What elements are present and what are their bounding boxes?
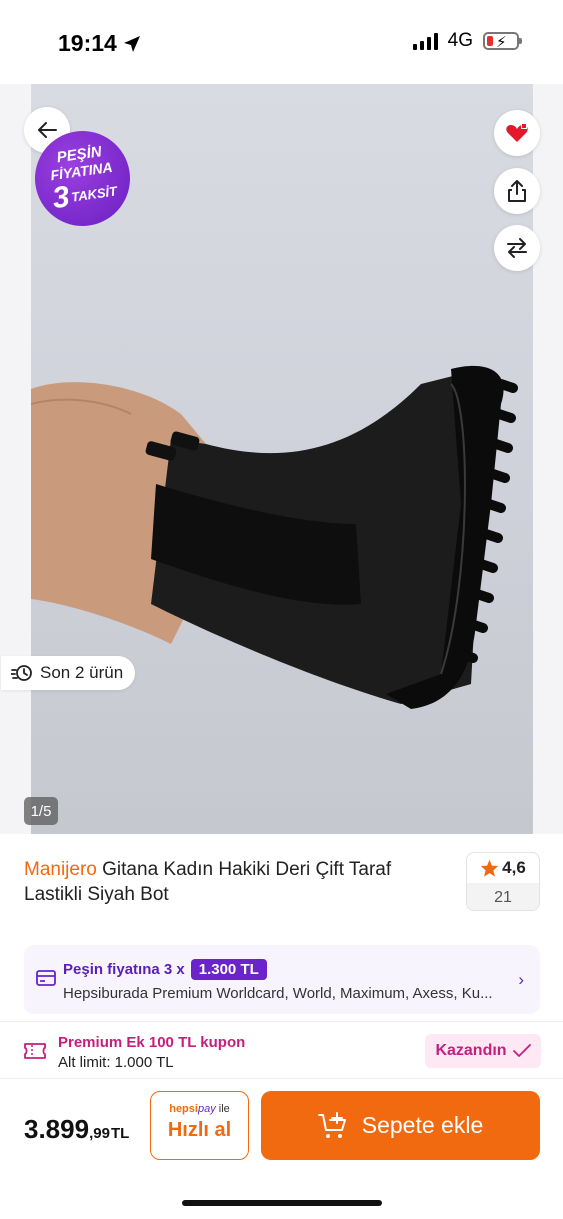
installment-cards: Hepsiburada Premium Worldcard, World, Ma… [63,985,493,1002]
stock-badge: Son 2 ürün [1,656,136,690]
product-price: 3.899 ,99 TL [24,1114,129,1145]
compare-arrows-icon [507,238,527,258]
network-type: 4G [447,30,473,51]
quick-buy-button[interactable]: hepsipay ile Hızlı al [150,1091,249,1160]
share-button[interactable] [494,168,540,214]
badge-number: 3 [50,180,72,216]
installment-label: Peşin fiyatına 3 x [63,961,185,978]
cellular-signal-icon [412,32,438,50]
installment-banner[interactable]: Peşin fiyatına 3 x 1.300 TL Hepsiburada … [24,945,540,1014]
coupon-won-button[interactable]: Kazandın [425,1034,541,1068]
price-currency: TL [110,1125,130,1142]
stock-label: Son 2 ürün [40,663,124,682]
share-icon [508,180,526,202]
brand-link[interactable]: Manijero [24,859,97,880]
product-gallery[interactable]: PEŞİN FİYATINA 3 TAKSİT Son 2 ürün 1/5 [0,84,563,834]
heart-icon [506,123,528,142]
battery-icon: ⚡ [483,32,522,51]
add-to-cart-label: Sepete ekle [361,1112,484,1138]
review-count: 21 [467,883,539,910]
credit-card-icon [36,970,56,986]
coupon-row[interactable]: Premium Ek 100 TL kupon Alt limit: 1.000… [0,1021,563,1079]
cart-plus-icon [317,1111,346,1138]
rating-box[interactable]: 4,6 21 [466,852,540,911]
price-main: 3.899 [24,1114,90,1144]
compare-button[interactable] [494,225,540,271]
clock: 19:14 [58,30,117,56]
quick-buy-label: Hızlı al [167,1119,232,1141]
rating-value: 4,6 [502,858,526,877]
status-bar: 19:14 4G ⚡ [0,0,563,84]
favorite-button[interactable] [494,110,540,156]
checkmark-icon [512,1044,531,1057]
coupon-limit: Alt limit: 1.000 TL [58,1054,174,1071]
hepsipay-logo: hepsipay ile [169,1103,230,1115]
arrow-left-icon [38,122,57,138]
home-indicator[interactable] [182,1200,382,1206]
installment-amount: 1.300 TL [190,959,267,980]
ticket-icon [24,1043,46,1059]
product-title: Manijero Gitana Kadın Hakiki Deri Çift T… [24,857,454,907]
star-icon [481,859,499,877]
location-arrow-icon [123,35,140,52]
coupon-title: Premium Ek 100 TL kupon [58,1034,246,1051]
price-decimal: ,99 [89,1125,110,1142]
chevron-right-icon: › [518,970,524,989]
coupon-won-label: Kazandın [435,1042,507,1059]
badge-line3: TAKSİT [70,182,118,205]
fast-clock-icon [11,665,32,681]
add-to-cart-button[interactable]: Sepete ekle [261,1091,540,1160]
gallery-page-indicator: 1/5 [24,797,58,825]
status-time: 19:14 [58,30,141,57]
